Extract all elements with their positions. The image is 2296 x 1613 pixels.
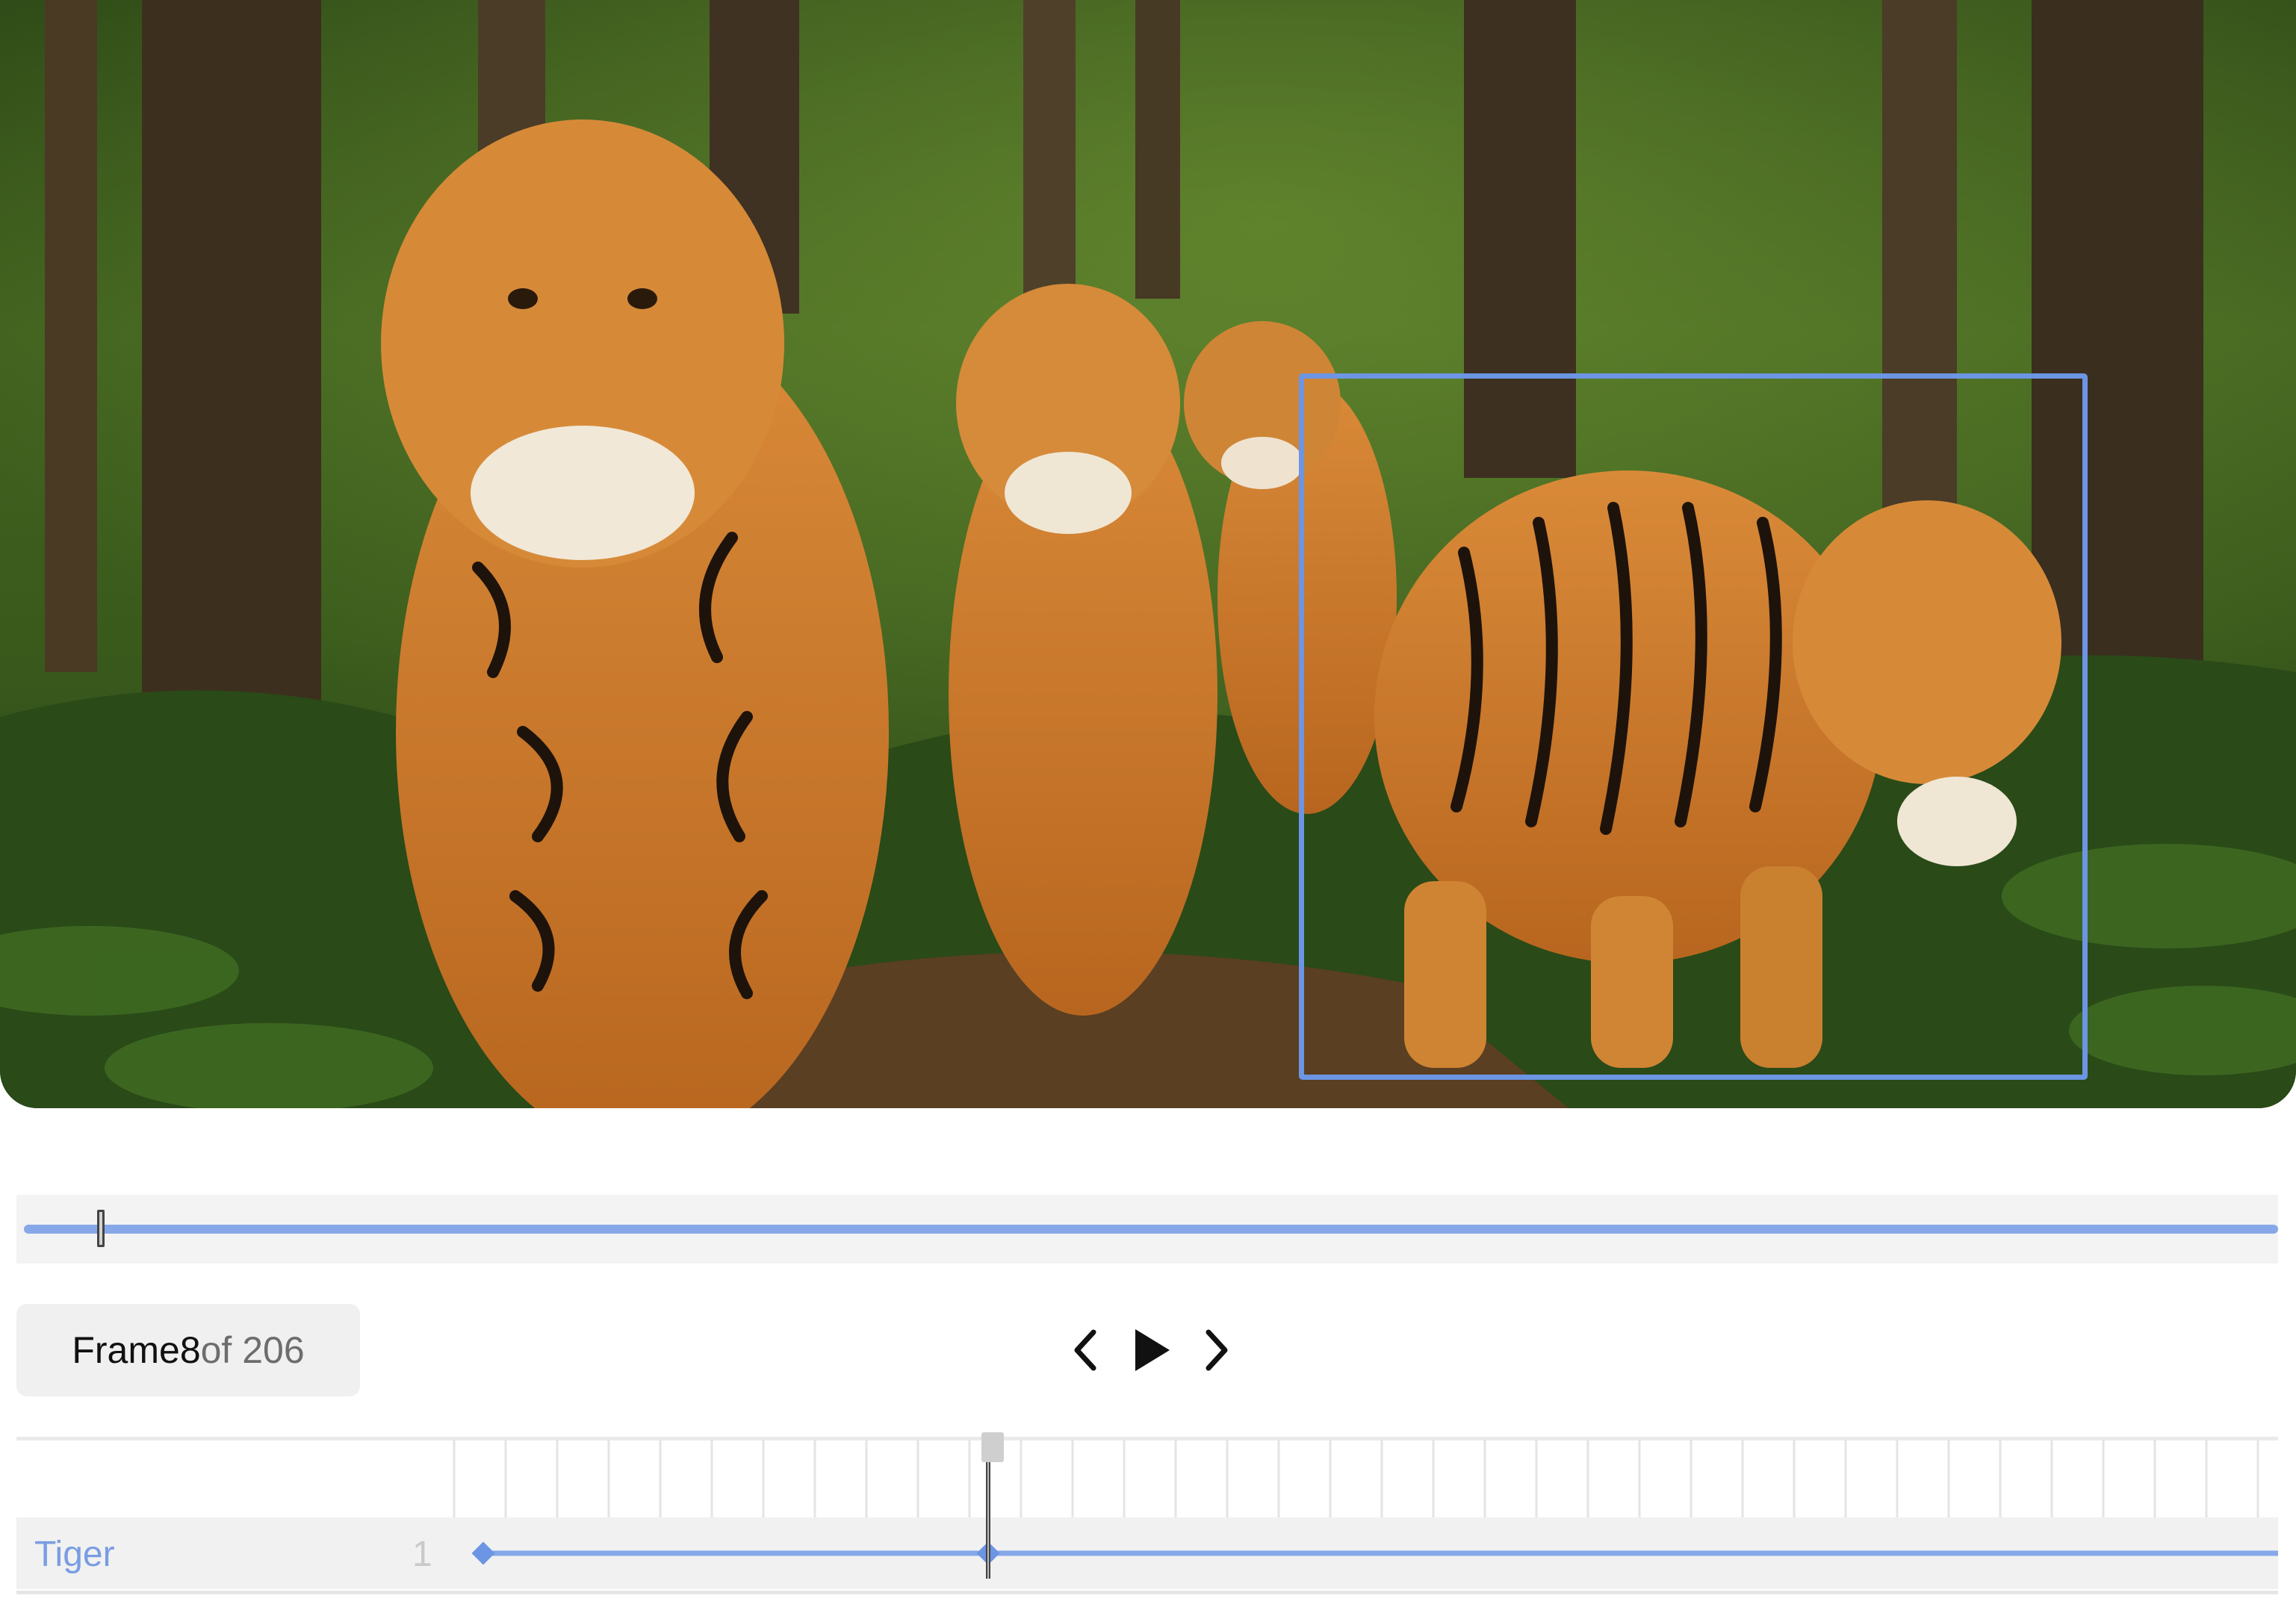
scrubber-track[interactable] — [24, 1225, 2278, 1234]
frame-label: Frame — [72, 1329, 180, 1371]
scrubber-handle[interactable] — [96, 1210, 105, 1247]
annotation-timeline[interactable]: Tiger 1 — [16, 1432, 2278, 1597]
tiger-bounding-box[interactable] — [1299, 373, 2088, 1080]
play-button[interactable] — [1126, 1323, 1176, 1377]
playback-scrubber[interactable] — [16, 1195, 2278, 1264]
chevron-right-icon — [1206, 1329, 1228, 1371]
next-frame-button[interactable] — [1192, 1323, 1238, 1377]
frame-total: of 206 — [200, 1329, 305, 1371]
frame-counter: Frame 8 of 206 — [16, 1304, 360, 1396]
play-icon — [1135, 1329, 1170, 1371]
previous-frame-button[interactable] — [1064, 1323, 1110, 1377]
frame-current: 8 — [179, 1329, 201, 1371]
video-frame[interactable] — [0, 0, 2296, 1108]
chevron-left-icon — [1074, 1329, 1096, 1371]
timeline-playhead[interactable] — [16, 1432, 2278, 1597]
playhead-handle[interactable] — [981, 1432, 1004, 1462]
